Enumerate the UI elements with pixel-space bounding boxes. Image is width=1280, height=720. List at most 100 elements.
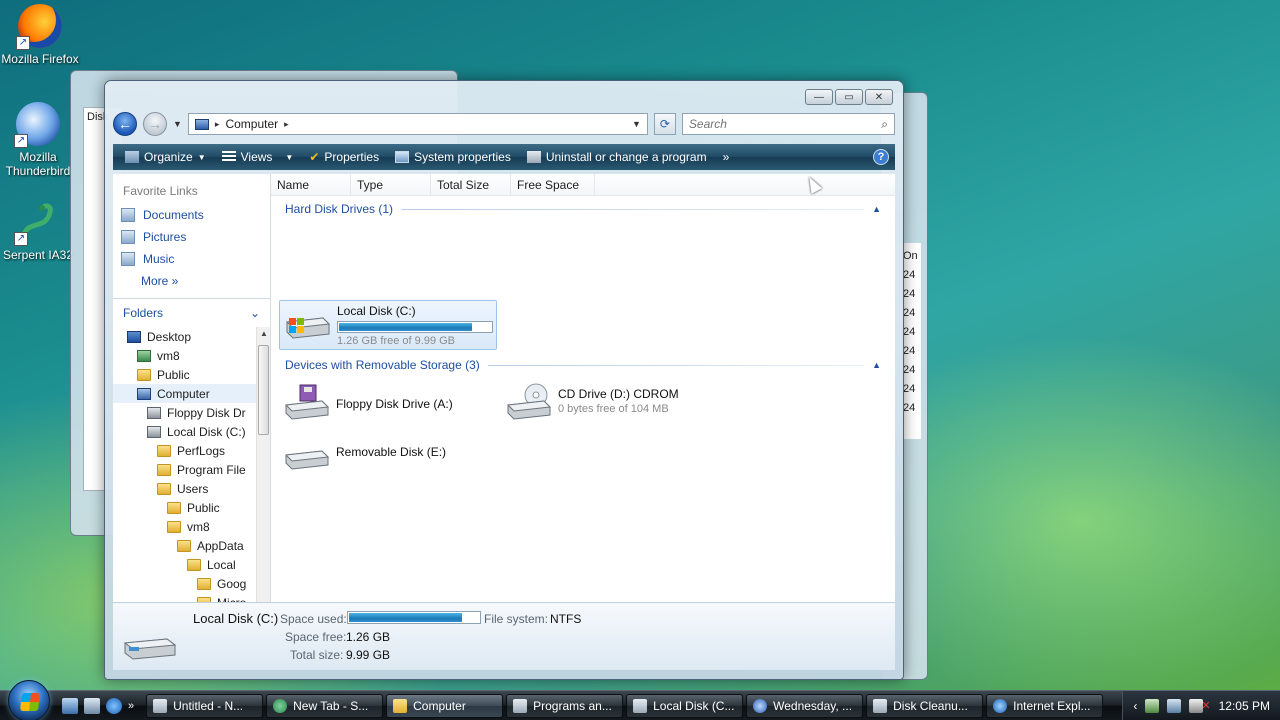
explorer-window[interactable]: — ▭ ✕ ← → ▼ ▸ Computer ▸ ▼ ⟳ ⌕ Organize … bbox=[104, 80, 904, 680]
quick-launch: » bbox=[62, 697, 134, 714]
task-computer[interactable]: Computer bbox=[386, 693, 504, 718]
task-disk-cleanup[interactable]: Disk Cleanu... bbox=[866, 693, 984, 718]
scroll-up-icon[interactable]: ▲ bbox=[260, 329, 268, 338]
hard-drive-icon bbox=[285, 317, 331, 339]
address-dropdown-icon[interactable]: ▼ bbox=[632, 119, 641, 129]
start-button[interactable] bbox=[8, 679, 50, 720]
folder-icon bbox=[177, 539, 191, 552]
tree-item-users-public[interactable]: Public bbox=[113, 498, 270, 517]
tray-app-icon[interactable] bbox=[1145, 698, 1160, 713]
search-box[interactable]: ⌕ bbox=[681, 113, 895, 135]
maximize-button[interactable]: ▭ bbox=[835, 89, 863, 105]
desktop-icon-thunderbird[interactable]: ↗ Mozilla Thunderbird bbox=[0, 102, 76, 178]
forward-button[interactable]: → bbox=[143, 112, 167, 136]
cleanup-icon bbox=[873, 698, 888, 713]
favorite-link-label: Documents bbox=[143, 208, 204, 222]
task-internet-explorer[interactable]: Internet Expl... bbox=[986, 693, 1104, 718]
task-mail[interactable]: Wednesday, ... bbox=[746, 693, 864, 718]
switch-windows-icon[interactable] bbox=[84, 697, 100, 714]
breadcrumb-separator[interactable]: ▸ bbox=[215, 119, 220, 130]
drive-tile-cd-d[interactable]: CD Drive (D:) CDROM 0 bytes free of 104 … bbox=[501, 380, 731, 424]
tray-chevron[interactable]: ‹ bbox=[1133, 699, 1137, 713]
refresh-button[interactable]: ⟳ bbox=[653, 113, 676, 135]
more-commands-button[interactable]: » bbox=[717, 146, 736, 168]
tree-item-label: Goog bbox=[217, 576, 247, 591]
folder-tree-scrollbar[interactable]: ▲ ▼ bbox=[256, 327, 270, 611]
recent-pages-dropdown[interactable]: ▼ bbox=[173, 119, 182, 129]
collapse-icon[interactable]: ▲ bbox=[872, 360, 881, 370]
search-icon[interactable]: ⌕ bbox=[881, 117, 888, 132]
details-pane: Local Disk (C:) Space used: File system:… bbox=[113, 602, 895, 670]
system-properties-button[interactable]: System properties bbox=[389, 146, 517, 168]
details-file-system: NTFS bbox=[550, 612, 582, 626]
tree-item-local-disk[interactable]: Local Disk (C:) bbox=[113, 422, 270, 441]
tree-item-label: Local bbox=[207, 557, 236, 572]
breadcrumb-separator[interactable]: ▸ bbox=[284, 119, 289, 130]
show-desktop-icon[interactable] bbox=[62, 697, 78, 714]
drive-tile-floppy-a[interactable]: Floppy Disk Drive (A:) bbox=[279, 380, 497, 424]
tree-item-floppy[interactable]: Floppy Disk Dr bbox=[113, 403, 270, 422]
close-button[interactable]: ✕ bbox=[865, 89, 893, 105]
favorite-links-more[interactable]: More » bbox=[113, 270, 270, 292]
task-new-tab[interactable]: New Tab - S... bbox=[266, 693, 384, 718]
column-header-type[interactable]: Type bbox=[351, 174, 431, 196]
tree-item-users[interactable]: Users bbox=[113, 479, 270, 498]
bg-value: 24 bbox=[903, 364, 916, 376]
tree-item-program-files[interactable]: Program File bbox=[113, 460, 270, 479]
drive-usage-fill bbox=[339, 323, 472, 331]
favorite-link-pictures[interactable]: Pictures bbox=[113, 226, 270, 248]
column-header-free-space[interactable]: Free Space bbox=[511, 174, 595, 196]
group-header-hard-disks[interactable]: Hard Disk Drives (1) ▲ bbox=[271, 198, 895, 220]
drive-free-space: 0 bytes free of 104 MB bbox=[558, 403, 669, 415]
folder-icon bbox=[197, 577, 211, 590]
task-notepad[interactable]: Untitled - N... bbox=[146, 693, 264, 718]
tree-item-users-vm8[interactable]: vm8 bbox=[113, 517, 270, 536]
help-icon[interactable]: ? bbox=[873, 149, 889, 165]
tree-item-google[interactable]: Goog bbox=[113, 574, 270, 593]
uninstall-program-button[interactable]: Uninstall or change a program bbox=[521, 146, 713, 168]
collapse-icon[interactable]: ▲ bbox=[872, 204, 881, 214]
tree-item-perflogs[interactable]: PerfLogs bbox=[113, 441, 270, 460]
scrollbar-thumb[interactable] bbox=[258, 345, 269, 435]
minimize-button[interactable]: — bbox=[805, 89, 833, 105]
views-button[interactable]: Views ▼ bbox=[216, 146, 300, 168]
folders-header[interactable]: Folders ⌄ bbox=[113, 298, 270, 327]
search-input[interactable] bbox=[688, 117, 882, 131]
tree-item-appdata[interactable]: AppData bbox=[113, 536, 270, 555]
desktop-icon-serpent[interactable]: ↗ Serpent IA32 bbox=[0, 200, 76, 262]
details-file-system-label: File system: bbox=[484, 612, 549, 626]
tree-item-label: Public bbox=[187, 500, 220, 515]
details-space-used-label: Space used: bbox=[280, 612, 347, 626]
favorite-link-music[interactable]: Music bbox=[113, 248, 270, 270]
properties-button[interactable]: ✔ Properties bbox=[303, 146, 385, 168]
quick-launch-more[interactable]: » bbox=[128, 700, 134, 712]
tree-item-public[interactable]: Public bbox=[113, 365, 270, 384]
back-button[interactable]: ← bbox=[113, 112, 137, 136]
internet-explorer-icon[interactable] bbox=[106, 697, 122, 714]
task-programs[interactable]: Programs an... bbox=[506, 693, 624, 718]
organize-button[interactable]: Organize ▼ bbox=[119, 146, 212, 168]
column-header-name[interactable]: Name bbox=[271, 174, 351, 196]
desktop-icon-firefox[interactable]: ↗ Mozilla Firefox bbox=[0, 4, 80, 66]
column-header-total-size[interactable]: Total Size bbox=[431, 174, 511, 196]
tree-item-computer[interactable]: Computer bbox=[113, 384, 270, 403]
task-label: Computer bbox=[413, 698, 466, 713]
group-header-removable[interactable]: Devices with Removable Storage (3) ▲ bbox=[271, 354, 895, 376]
desktop-icon-label: Serpent IA32 bbox=[2, 248, 74, 262]
clock[interactable]: 12:05 PM bbox=[1219, 699, 1270, 713]
task-local-disk[interactable]: Local Disk (C... bbox=[626, 693, 744, 718]
favorite-link-documents[interactable]: Documents bbox=[113, 204, 270, 226]
tree-item-desktop[interactable]: Desktop bbox=[113, 327, 270, 346]
network-icon[interactable] bbox=[1167, 698, 1182, 713]
bg-value: 24 bbox=[903, 307, 916, 319]
tree-item-label: Computer bbox=[157, 386, 210, 401]
breadcrumb-computer[interactable]: Computer bbox=[225, 117, 278, 131]
drive-tile-removable-e[interactable]: Removable Disk (E:) bbox=[279, 436, 497, 476]
tree-item-label: Program File bbox=[177, 462, 246, 477]
drive-tile-local-disk-c[interactable]: Local Disk (C:) 1.26 GB free of 9.99 GB bbox=[279, 300, 497, 350]
cd-drive-icon bbox=[506, 383, 552, 420]
folder-icon bbox=[393, 698, 408, 713]
address-bar[interactable]: ▸ Computer ▸ ▼ bbox=[187, 113, 648, 135]
tree-item-vm8[interactable]: vm8 bbox=[113, 346, 270, 365]
tree-item-local[interactable]: Local bbox=[113, 555, 270, 574]
